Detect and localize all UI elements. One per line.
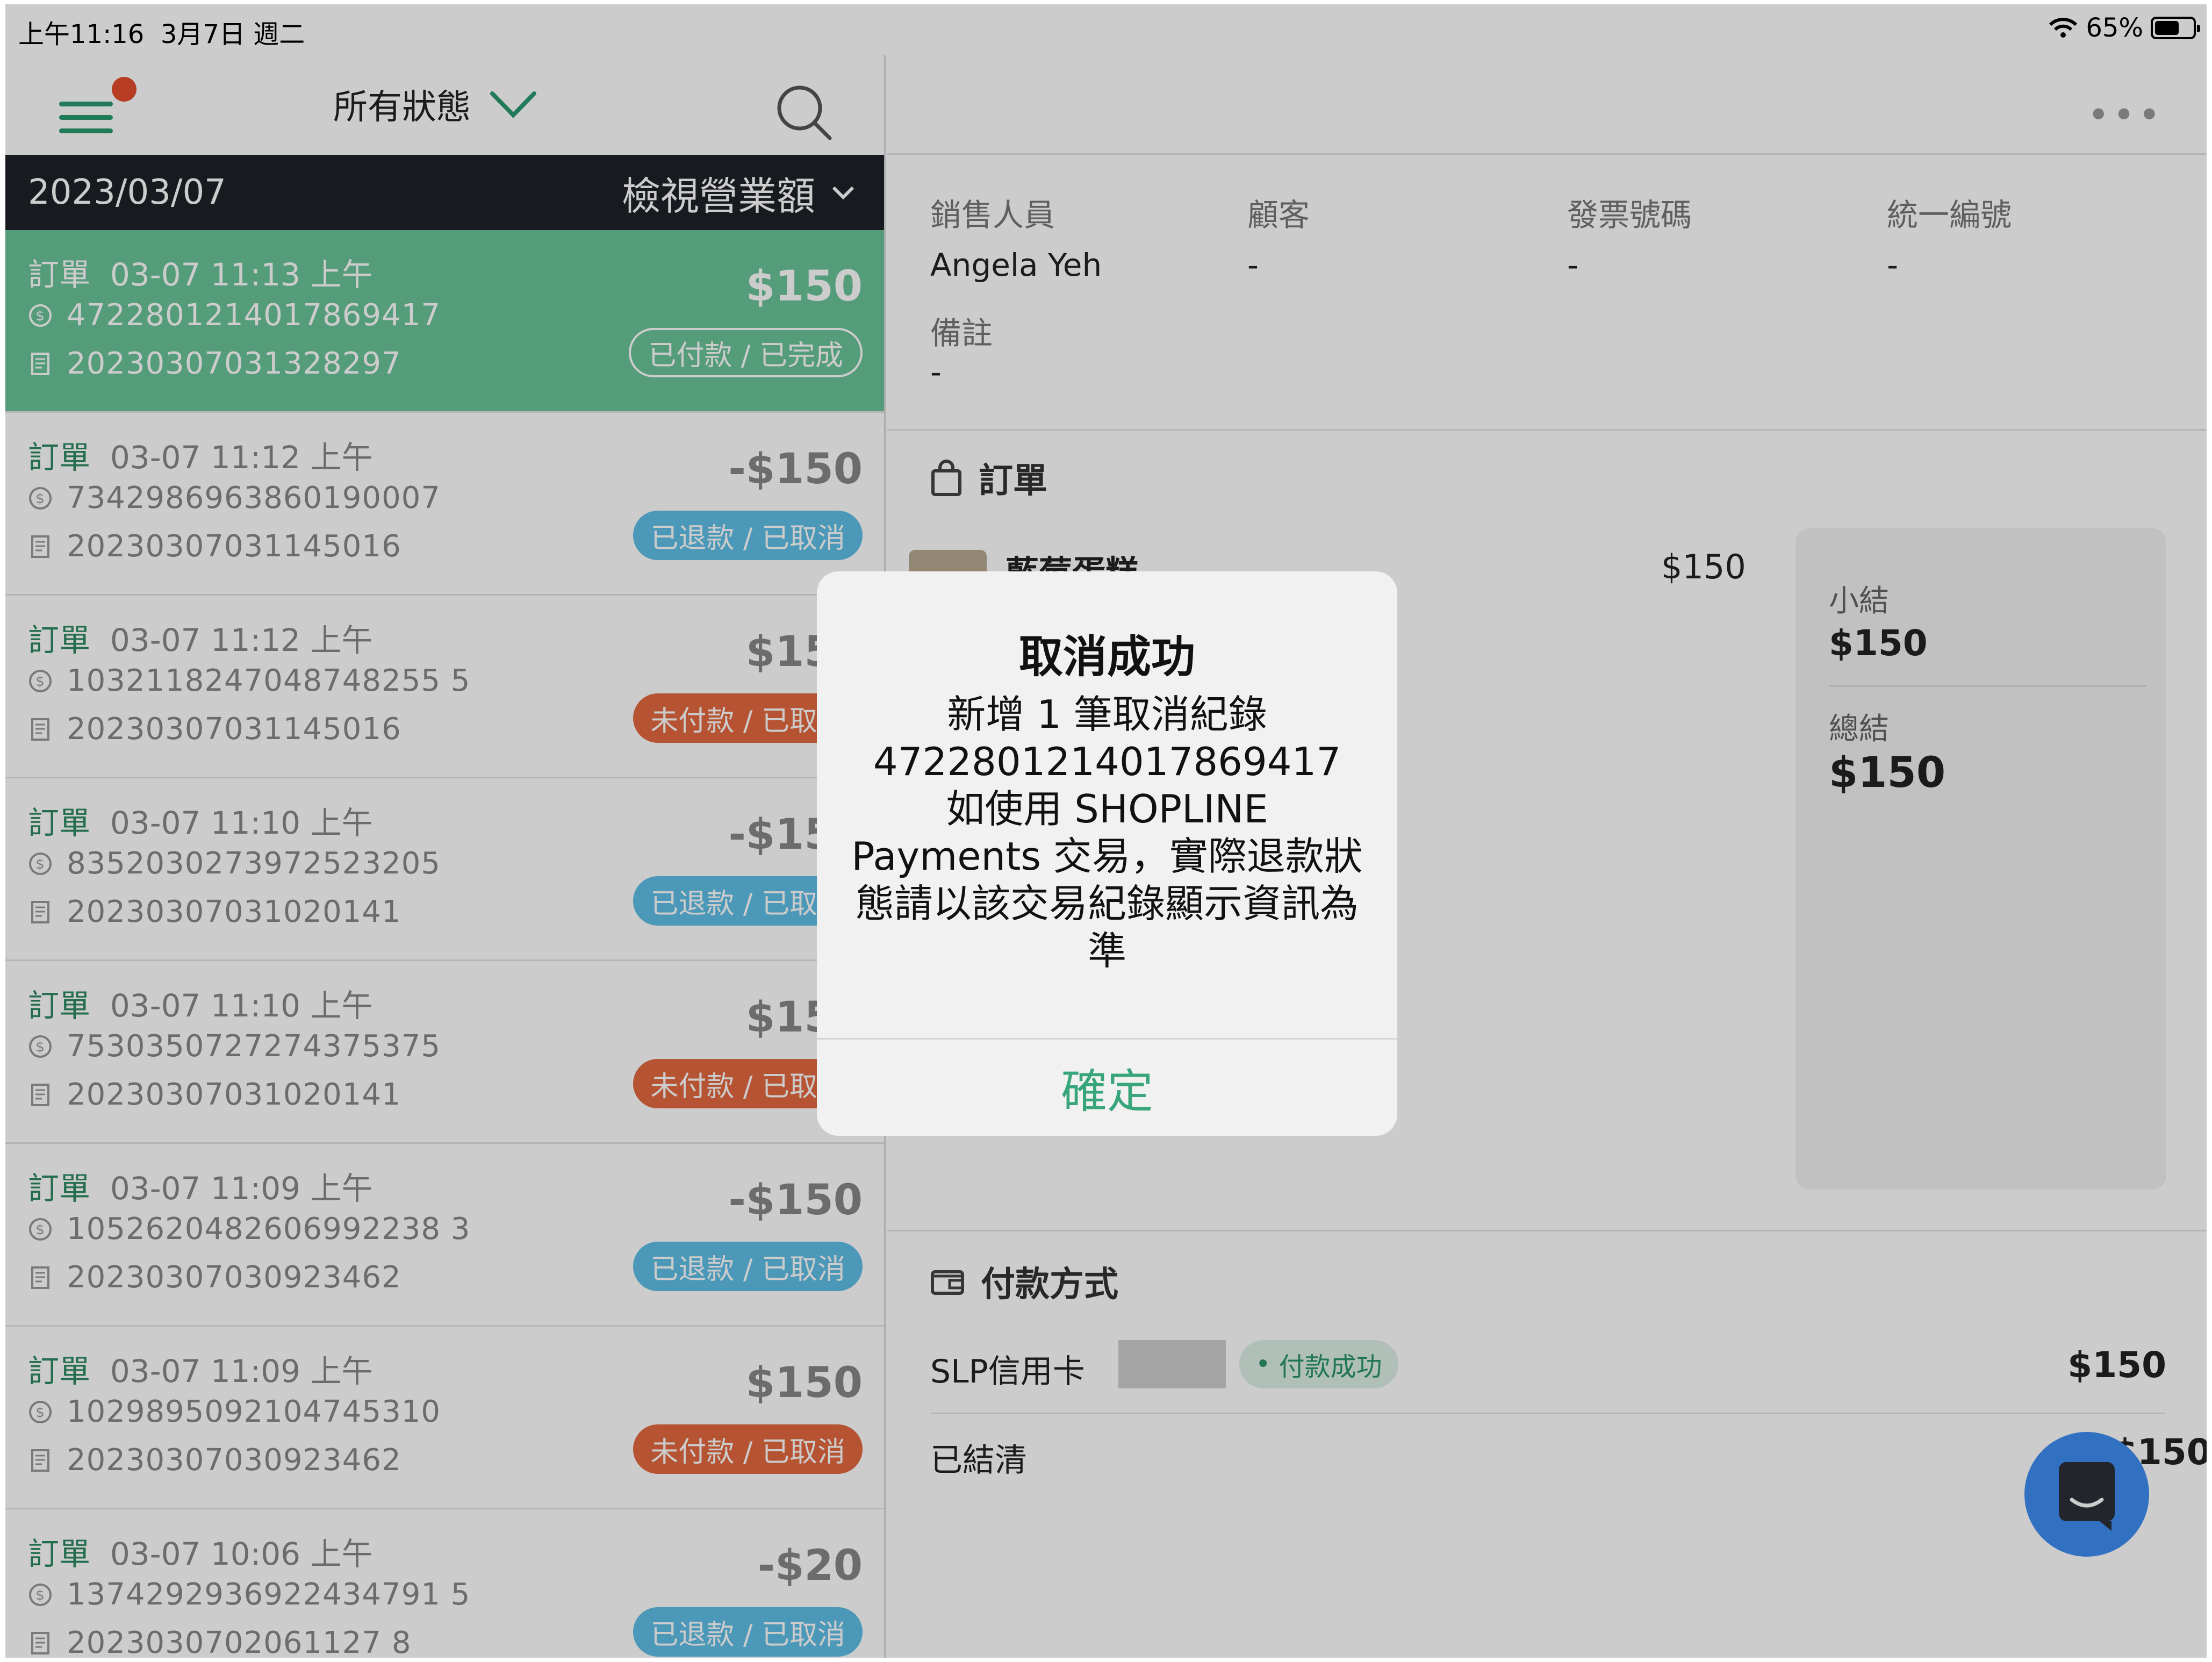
app-window: 上午11:16 3月7日 週二 65% 所有狀態 2023/03/07 檢視營業… (5, 4, 2207, 1658)
cancel-success-dialog: 取消成功 新增 1 筆取消紀錄 4722801214017869417 如使用 … (817, 571, 1397, 1136)
dialog-message: 新增 1 筆取消紀錄 4722801214017869417 如使用 SHOPL… (851, 692, 1363, 973)
confirm-button[interactable]: 確定 (817, 1038, 1397, 1136)
dialog-title: 取消成功 (1018, 632, 1195, 683)
